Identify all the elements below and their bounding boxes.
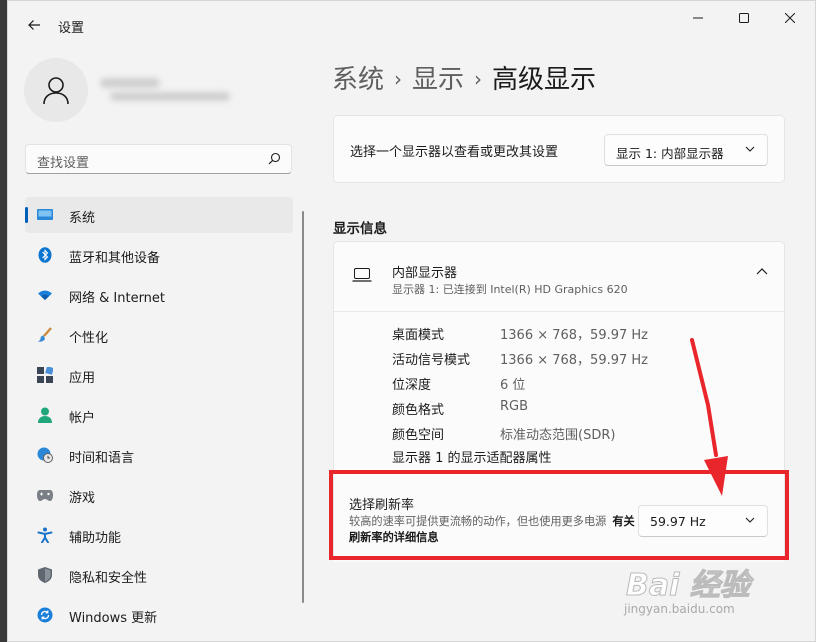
spec-key: 位深度 bbox=[392, 378, 432, 393]
watermark-logo: Bai 经验 bbox=[626, 568, 751, 604]
monitor-subtitle: 显示器 1: 已连接到 Intel(R) HD Graphics 620 bbox=[392, 283, 628, 296]
spec-key: 桌面模式 bbox=[392, 328, 445, 343]
sidebar-item-privacy[interactable]: 隐私和安全性 bbox=[25, 557, 293, 593]
maximize-button[interactable] bbox=[721, 1, 767, 35]
back-arrow-icon bbox=[28, 20, 40, 30]
page-title: 高级显示 bbox=[492, 65, 597, 95]
spec-row: 活动信号模式 1366 × 768，59.97 Hz bbox=[392, 345, 752, 370]
chevron-down-icon bbox=[745, 146, 755, 152]
display-adapter-properties-link[interactable]: 显示器 1 的显示适配器属性 bbox=[392, 447, 552, 466]
display-specs: 桌面模式 1366 × 768，59.97 Hz 活动信号模式 1366 × 7… bbox=[392, 320, 752, 445]
watermark-url: jingyan.baidu.com bbox=[624, 602, 735, 616]
brush-icon bbox=[37, 327, 53, 343]
breadcrumb: 系统 › 显示 › 高级显示 bbox=[332, 59, 596, 96]
spec-key: 颜色空间 bbox=[392, 428, 445, 443]
wifi-icon bbox=[37, 287, 53, 303]
system-icon bbox=[37, 207, 53, 223]
spec-row: 桌面模式 1366 × 768，59.97 Hz bbox=[392, 320, 752, 345]
sidebar-item-label: 应用 bbox=[69, 371, 96, 386]
sidebar-item-time-language[interactable]: 时间和语言 bbox=[25, 437, 293, 473]
update-icon bbox=[37, 607, 53, 623]
annotation-highlight-box bbox=[329, 470, 789, 560]
sidebar-item-label: Windows 更新 bbox=[69, 611, 158, 626]
spec-row: 位深度 6 位 bbox=[392, 370, 752, 395]
section-title: 显示信息 bbox=[333, 221, 387, 237]
spec-value: 6 位 bbox=[500, 378, 526, 393]
spec-value: 1366 × 768，59.97 Hz bbox=[500, 353, 649, 368]
search-placeholder: 查找设置 bbox=[37, 156, 90, 171]
monitor-header[interactable]: 内部显示器 显示器 1: 已连接到 Intel(R) HD Graphics 6… bbox=[334, 242, 784, 312]
maximize-icon bbox=[739, 13, 749, 23]
spec-value: 1366 × 768，59.97 Hz bbox=[500, 328, 649, 343]
laptop-icon bbox=[352, 268, 372, 282]
close-icon bbox=[785, 13, 795, 23]
sidebar-item-label: 游戏 bbox=[69, 491, 96, 506]
minimize-icon bbox=[693, 17, 703, 19]
back-button[interactable] bbox=[20, 11, 48, 39]
sidebar-item-label: 隐私和安全性 bbox=[69, 571, 148, 586]
sidebar-nav: 系统 蓝牙和其他设备 网络 & Internet 个性化 应用 帐户 时间和语言… bbox=[25, 197, 293, 637]
sidebar-item-label: 网络 & Internet bbox=[69, 291, 166, 306]
search-input[interactable]: 查找设置 bbox=[25, 144, 292, 174]
redacted-username bbox=[100, 76, 240, 106]
desktop-edge bbox=[0, 0, 7, 642]
sidebar-item-system[interactable]: 系统 bbox=[25, 197, 293, 233]
bluetooth-icon bbox=[37, 247, 53, 263]
shield-icon bbox=[37, 567, 53, 583]
sidebar-item-label: 个性化 bbox=[69, 331, 109, 346]
sidebar-item-apps[interactable]: 应用 bbox=[25, 357, 293, 393]
sidebar-item-label: 时间和语言 bbox=[69, 451, 135, 466]
breadcrumb-separator-icon: › bbox=[474, 67, 483, 91]
sidebar-item-accessibility[interactable]: 辅助功能 bbox=[25, 517, 293, 553]
sidebar-item-network[interactable]: 网络 & Internet bbox=[25, 277, 293, 313]
sidebar-item-personalization[interactable]: 个性化 bbox=[25, 317, 293, 353]
user-profile[interactable] bbox=[24, 58, 284, 128]
account-icon bbox=[37, 407, 53, 423]
breadcrumb-display[interactable]: 显示 bbox=[412, 65, 464, 95]
spec-value: 标准动态范围(SDR) bbox=[500, 428, 616, 443]
select-monitor-card: 选择一个显示器以查看或更改其设置 显示 1: 内部显示器 bbox=[333, 115, 785, 183]
monitor-select-value: 显示 1: 内部显示器 bbox=[616, 146, 724, 161]
avatar bbox=[24, 58, 88, 122]
monitor-name: 内部显示器 bbox=[392, 266, 458, 281]
close-button[interactable] bbox=[767, 1, 813, 35]
sidebar-item-gaming[interactable]: 游戏 bbox=[25, 477, 293, 513]
sidebar-item-label: 辅助功能 bbox=[69, 531, 122, 546]
minimize-button[interactable] bbox=[675, 1, 721, 35]
monitor-select[interactable]: 显示 1: 内部显示器 bbox=[604, 134, 768, 166]
search-icon bbox=[268, 152, 281, 165]
spec-key: 活动信号模式 bbox=[392, 353, 471, 368]
baidu-watermark: Bai 经验 jingyan.baidu.com bbox=[618, 556, 808, 626]
select-monitor-label: 选择一个显示器以查看或更改其设置 bbox=[350, 145, 559, 160]
breadcrumb-system[interactable]: 系统 bbox=[332, 65, 384, 95]
spec-row: 颜色空间 标准动态范围(SDR) bbox=[392, 420, 752, 445]
sidebar-scrollbar[interactable] bbox=[302, 211, 304, 603]
sidebar-item-accounts[interactable]: 帐户 bbox=[25, 397, 293, 433]
spec-row: 颜色格式 RGB bbox=[392, 395, 752, 420]
accessibility-icon bbox=[37, 527, 53, 543]
globe-clock-icon bbox=[37, 447, 53, 463]
gamepad-icon bbox=[37, 487, 53, 503]
sidebar-item-label: 系统 bbox=[69, 211, 96, 226]
spec-key: 颜色格式 bbox=[392, 403, 445, 418]
user-icon bbox=[43, 77, 69, 105]
apps-icon bbox=[37, 367, 53, 383]
app-title: 设置 bbox=[58, 21, 85, 36]
sidebar-item-windows-update[interactable]: Windows 更新 bbox=[25, 597, 293, 633]
chevron-up-icon[interactable] bbox=[756, 268, 768, 275]
sidebar-item-label: 蓝牙和其他设备 bbox=[69, 251, 161, 266]
sidebar-item-label: 帐户 bbox=[69, 411, 96, 426]
spec-value: RGB bbox=[500, 399, 529, 414]
breadcrumb-separator-icon: › bbox=[394, 67, 403, 91]
title-bar: 设置 bbox=[8, 1, 815, 49]
sidebar-item-bluetooth[interactable]: 蓝牙和其他设备 bbox=[25, 237, 293, 273]
